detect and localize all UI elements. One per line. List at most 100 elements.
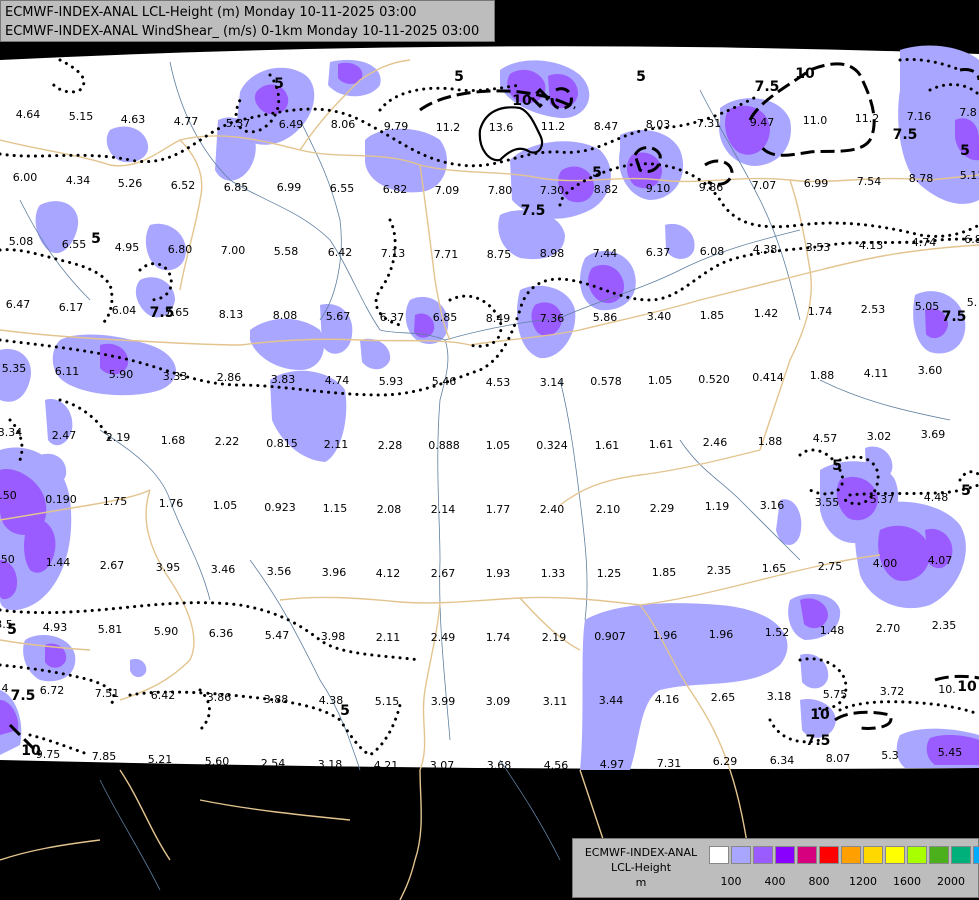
contour-label: 7.5	[755, 79, 780, 95]
grid-value-label: 4.56	[544, 759, 569, 772]
grid-value-label: 3.95	[156, 561, 181, 574]
legend-swatch	[863, 846, 883, 864]
legend-title: ECMWF-INDEX-ANAL LCL-Height m	[577, 845, 705, 890]
grid-value-label: 7.85	[92, 750, 117, 763]
grid-value-label: 3.88	[264, 693, 289, 706]
grid-value-label: 1.74	[808, 305, 833, 318]
grid-value-label: 4.38	[753, 243, 778, 256]
grid-value-label: 4.63	[121, 113, 146, 126]
grid-value-label: 13.6	[489, 121, 514, 134]
grid-value-label: 5.21	[148, 753, 173, 766]
grid-value-label: 4.74	[325, 374, 350, 387]
grid-value-label: 1.65	[762, 562, 787, 575]
legend-ticks: 100 400 800 1200 1600 2000	[709, 875, 979, 889]
grid-value-label: 4.12	[376, 567, 401, 580]
wind-shear-title: ECMWF-INDEX-ANAL WindShear_ (m/s) 0-1km …	[5, 24, 480, 39]
grid-value-label: 4	[2, 682, 9, 695]
grid-value-label: 11.2	[436, 121, 461, 134]
grid-value-label: 6.00	[13, 171, 38, 184]
legend-tick-label: 100	[720, 875, 742, 888]
grid-value-label: 0.414	[752, 371, 784, 384]
legend-tick-label: 1200	[849, 875, 877, 888]
grid-value-label: 4.21	[374, 759, 399, 772]
legend-swatch	[885, 846, 905, 864]
grid-value-label: 0.815	[266, 437, 298, 450]
grid-value-label: 3.14	[540, 376, 565, 389]
grid-value-label: 5.47	[265, 629, 290, 642]
legend-swatch	[709, 846, 729, 864]
grid-value-label: 5.60	[205, 755, 230, 768]
grid-value-label: 7.8	[959, 106, 977, 119]
grid-value-label: 6.17	[59, 301, 84, 314]
grid-value-label: 4.38	[319, 694, 344, 707]
grid-value-label: 2.29	[650, 502, 675, 515]
grid-value-label: 8.78	[909, 172, 934, 185]
grid-value-label: 3.55	[815, 496, 840, 509]
legend-swatch	[797, 846, 817, 864]
map-title-box: ECMWF-INDEX-ANAL LCL-Height (m) Monday 1…	[0, 0, 495, 42]
grid-value-label: 5.46	[432, 375, 457, 388]
contour-label: 5	[274, 76, 284, 92]
grid-value-label: 5.93	[379, 375, 404, 388]
contour-label: 10	[512, 93, 532, 109]
grid-value-label: 3.11	[543, 695, 568, 708]
grid-value-label: 7.65	[165, 306, 190, 319]
grid-value-label: 6.99	[277, 181, 302, 194]
grid-value-label: 8.82	[594, 183, 619, 196]
contour-label: 5	[454, 69, 464, 85]
legend-swatch	[731, 846, 751, 864]
grid-value-label: 6.99	[804, 177, 829, 190]
grid-value-label: 1.05	[648, 374, 673, 387]
grid-value-label: 2.47	[52, 429, 77, 442]
grid-value-label: 4.77	[174, 115, 199, 128]
grid-value-label: 1.61	[595, 439, 620, 452]
grid-value-label: 8.98	[540, 247, 565, 260]
grid-value-label: 0.324	[536, 439, 568, 452]
grid-value-label: 2.67	[431, 567, 456, 580]
grid-value-label: 5.67	[326, 310, 351, 323]
grid-value-label: 2.53	[861, 303, 886, 316]
grid-value-label: 7.30	[540, 184, 565, 197]
grid-value-label: 5.15	[375, 695, 400, 708]
grid-value-label: 5.37	[870, 493, 895, 506]
grid-value-label: 2.49	[431, 631, 456, 644]
legend-swatch	[973, 846, 979, 864]
legend-swatch	[753, 846, 773, 864]
grid-value-label: 7.51	[95, 687, 120, 700]
grid-value-label: 7.13	[381, 247, 406, 260]
grid-value-label: 3.02	[867, 430, 892, 443]
grid-value-label: 6.72	[40, 684, 65, 697]
grid-value-label: 3.46	[211, 563, 236, 576]
grid-value-label: 6.37	[380, 311, 405, 324]
grid-value-label: 6.55	[62, 238, 87, 251]
grid-value-label: 1.75	[103, 495, 128, 508]
grid-value-label: 8.47	[594, 120, 619, 133]
grid-value-label: 5.11	[960, 169, 979, 182]
contour-label: 5	[832, 458, 842, 474]
grid-value-label: 2.19	[106, 431, 131, 444]
grid-value-label: 10.	[938, 683, 956, 696]
grid-value-label: 7.07	[752, 179, 777, 192]
grid-value-label: 3.16	[760, 499, 785, 512]
grid-value-label: 8.07	[826, 752, 851, 765]
grid-value-label: 6.82	[383, 183, 408, 196]
grid-value-label: 3.60	[918, 364, 943, 377]
grid-value-label: 3.5	[0, 618, 13, 631]
legend-swatch	[775, 846, 795, 864]
grid-value-label: 2.46	[703, 436, 728, 449]
grid-value-label: 5.05	[915, 300, 940, 313]
grid-value-label: 4.34	[66, 174, 91, 187]
grid-value-label: 6.11	[55, 365, 80, 378]
grid-value-label: 3.69	[921, 428, 946, 441]
grid-value-label: 1.68	[161, 434, 186, 447]
grid-value-label: 6.37	[646, 246, 671, 259]
grid-value-label: 6.29	[713, 755, 738, 768]
grid-value-label: 8.06	[331, 118, 356, 131]
grid-value-label: 1.74	[486, 631, 511, 644]
grid-value-label: 2.11	[324, 438, 349, 451]
grid-value-label: 2.35	[707, 564, 732, 577]
grid-value-label: 4.00	[873, 557, 898, 570]
grid-value-label: 2.75	[818, 560, 843, 573]
grid-value-label: 4.97	[600, 758, 625, 771]
grid-value-label: 4.93	[43, 621, 68, 634]
